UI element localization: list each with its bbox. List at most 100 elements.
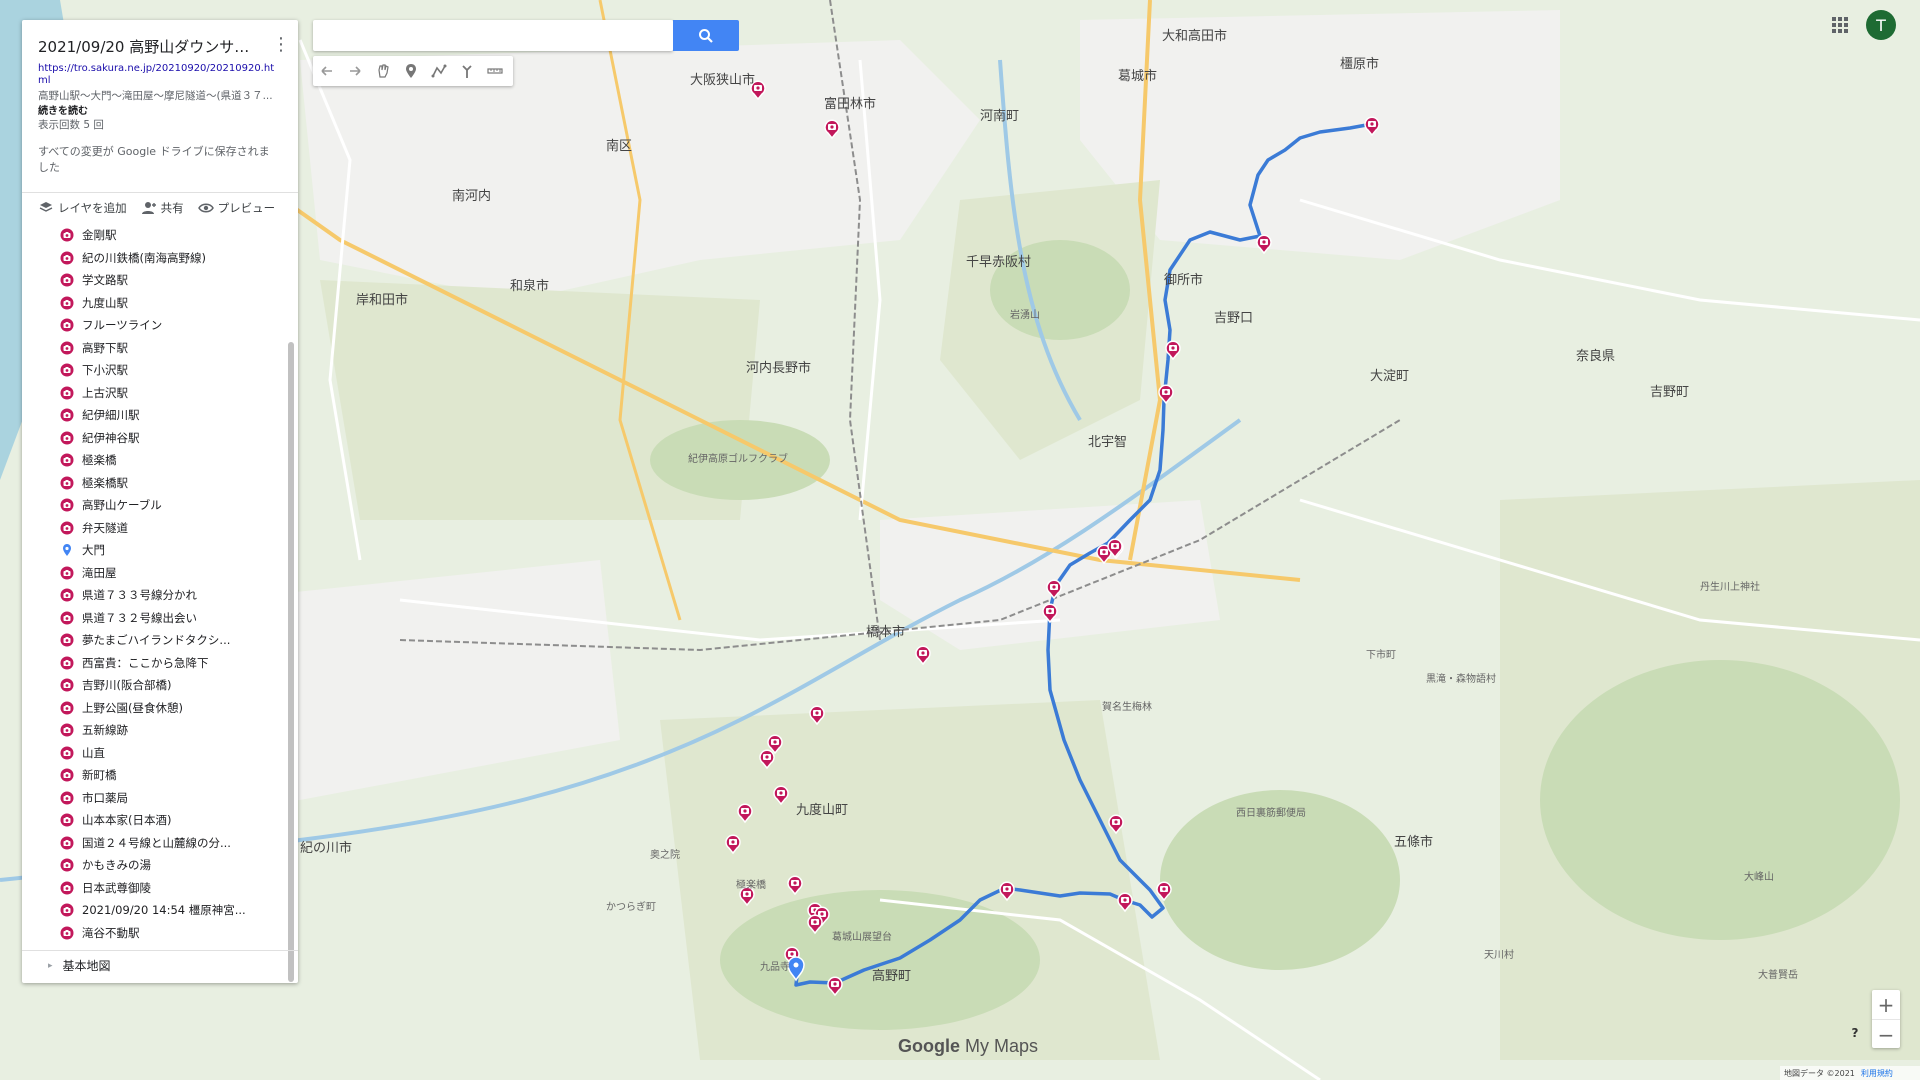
label-hashimoto: 橋本市 <box>866 624 905 640</box>
layer-item[interactable]: 高野山ケーブル <box>22 494 284 517</box>
layer-item[interactable]: 下小沢駅 <box>22 359 284 382</box>
layer-item[interactable]: かもきみの湯 <box>22 854 284 877</box>
layer-item[interactable]: 夢たまごハイランドタクシ... <box>22 629 284 652</box>
camera-icon <box>60 476 74 490</box>
label-kudoyama: 九度山町 <box>796 802 848 818</box>
layer-item-label: 学文路駅 <box>82 273 128 288</box>
undo-button[interactable] <box>313 57 341 85</box>
read-more-link[interactable]: 続きを読む <box>38 102 88 117</box>
measure-tool[interactable] <box>481 57 509 85</box>
map-description: 高野山駅～大門～滝田屋～摩尼隧道～(県道３７... <box>38 90 273 102</box>
layer-item[interactable]: 学文路駅 <box>22 269 284 292</box>
layer-item-label: 県道７３２号線出会い <box>82 610 197 625</box>
label-kitauchi: 北宇智 <box>1088 435 1127 450</box>
search-input[interactable] <box>321 25 665 47</box>
layer-item[interactable]: 吉野川(阪合部橋) <box>22 674 284 697</box>
layer-item-label: 高野山ケーブル <box>82 498 162 513</box>
layer-item-label: 滝谷不動駅 <box>82 925 140 940</box>
camera-icon <box>60 611 74 625</box>
zoom-out-button[interactable]: − <box>1872 1020 1900 1049</box>
base-map-toggle[interactable]: ▸ 基本地図 <box>48 957 111 974</box>
draw-line-tool[interactable] <box>425 57 453 85</box>
camera-icon <box>60 453 74 467</box>
map-details-panel: 2021/09/20 高野山ダウンサイク... ⋮ https://tro.sa… <box>22 20 298 983</box>
marker-icon <box>406 64 416 78</box>
more-options-icon[interactable]: ⋮ <box>272 34 290 56</box>
add-layer-button[interactable]: レイヤを追加 <box>38 200 127 216</box>
share-button[interactable]: 共有 <box>141 200 184 216</box>
help-button[interactable]: ? <box>1848 1026 1862 1040</box>
layer-item[interactable]: 西富貴：ここから急降下 <box>22 652 284 675</box>
layer-item-label: 紀伊細川駅 <box>82 408 140 423</box>
layer-item[interactable]: フルーツライン <box>22 314 284 337</box>
layer-item[interactable]: 紀伊神谷駅 <box>22 427 284 450</box>
layer-item[interactable]: 五新線跡 <box>22 719 284 742</box>
label-kanan: 河南町 <box>980 108 1019 124</box>
layer-item[interactable]: 金剛駅 <box>22 224 284 247</box>
layer-item[interactable]: 新町橋 <box>22 764 284 787</box>
layer-item[interactable]: 上古沢駅 <box>22 382 284 405</box>
layer-item-label: 極楽橋駅 <box>82 475 128 490</box>
layer-item[interactable]: 山直 <box>22 742 284 765</box>
camera-icon <box>60 521 74 535</box>
apps-grid-icon[interactable] <box>1829 14 1851 36</box>
layer-item-label: 2021/09/20 14:54 橿原神宮... <box>82 903 246 918</box>
logo-suffix: My Maps <box>960 1036 1039 1056</box>
label-kii-kogen: 奥之院 <box>650 848 680 861</box>
layer-item[interactable]: 市口薬局 <box>22 787 284 810</box>
select-tool[interactable] <box>369 57 397 85</box>
label-nishi-hiura: 西日裏筋郵便局 <box>1236 806 1306 819</box>
label-okunoin: 葛城山展望台 <box>832 930 892 943</box>
chevron-right-icon: ▸ <box>48 960 53 971</box>
layer-item-label: 五新線跡 <box>82 723 128 738</box>
layer-item[interactable]: 高野下駅 <box>22 337 284 360</box>
layer-item[interactable]: 県道７３３号線分かれ <box>22 584 284 607</box>
google-my-maps-logo: Google My Maps <box>898 1036 1038 1057</box>
label-katsuragi: 葛城市 <box>1118 68 1157 84</box>
layer-item[interactable]: 大門 <box>22 539 284 562</box>
label-kishiwada: 岸和田市 <box>356 292 408 308</box>
layer-item-label: 紀の川鉄橋(南海高野線) <box>82 250 206 265</box>
layer-item[interactable]: 日本武尊御陵 <box>22 877 284 900</box>
layer-item-label: 上野公園(昼食休憩) <box>82 700 183 715</box>
layer-item-label: 国道２４号線と山麓線の分... <box>82 835 231 850</box>
layer-item[interactable]: 弁天隧道 <box>22 517 284 540</box>
layer-item-label: フルーツライン <box>82 318 163 333</box>
layer-item[interactable]: 上野公園(昼食休憩) <box>22 697 284 720</box>
layer-item-label: 上古沢駅 <box>82 385 128 400</box>
layer-item[interactable]: 山本本家(日本酒) <box>22 809 284 832</box>
layer-item[interactable]: 2021/09/20 14:54 橿原神宮... <box>22 899 284 922</box>
camera-icon <box>60 701 74 715</box>
layer-item[interactable]: 国道２４号線と山麓線の分... <box>22 832 284 855</box>
panel-divider-bottom <box>22 950 298 951</box>
search-icon <box>699 28 713 43</box>
search-button[interactable] <box>673 20 739 51</box>
layer-item[interactable]: 県道７３２号線出会い <box>22 607 284 630</box>
add-marker-tool[interactable] <box>397 57 425 85</box>
layer-item-label: 大門 <box>82 543 105 558</box>
layer-item[interactable]: 九度山駅 <box>22 292 284 315</box>
preview-button[interactable]: プレビュー <box>197 200 275 216</box>
layer-item[interactable]: 紀の川鉄橋(南海高野線) <box>22 247 284 270</box>
map-description-link[interactable]: https://tro.sakura.ne.jp/20210920/202109… <box>38 63 276 87</box>
label-kurotaki-village: 黒滝・森物語村 <box>1426 672 1496 685</box>
account-avatar[interactable]: T <box>1866 10 1896 40</box>
layer-item[interactable]: 極楽橋駅 <box>22 472 284 495</box>
layer-item[interactable]: 滝谷不動駅 <box>22 922 284 945</box>
layer-item[interactable]: 極楽橋 <box>22 449 284 472</box>
camera-icon <box>60 228 74 242</box>
camera-icon <box>60 723 74 737</box>
layer-item[interactable]: 滝田屋 <box>22 562 284 585</box>
camera-icon <box>60 746 74 760</box>
directions-tool[interactable] <box>453 57 481 85</box>
zoom-in-button[interactable]: + <box>1872 990 1900 1019</box>
list-scrollbar[interactable] <box>288 342 294 982</box>
layer-item-label: 日本武尊御陵 <box>82 880 151 895</box>
redo-button[interactable] <box>341 57 369 85</box>
map-title[interactable]: 2021/09/20 高野山ダウンサイク... <box>38 36 263 57</box>
layer-item-label: 県道７３３号線分かれ <box>82 588 197 603</box>
zoom-control: + − <box>1872 990 1900 1048</box>
layer-item[interactable]: 紀伊細川駅 <box>22 404 284 427</box>
terms-link[interactable]: 利用規約 <box>1861 1068 1893 1079</box>
camera-icon <box>60 408 74 422</box>
